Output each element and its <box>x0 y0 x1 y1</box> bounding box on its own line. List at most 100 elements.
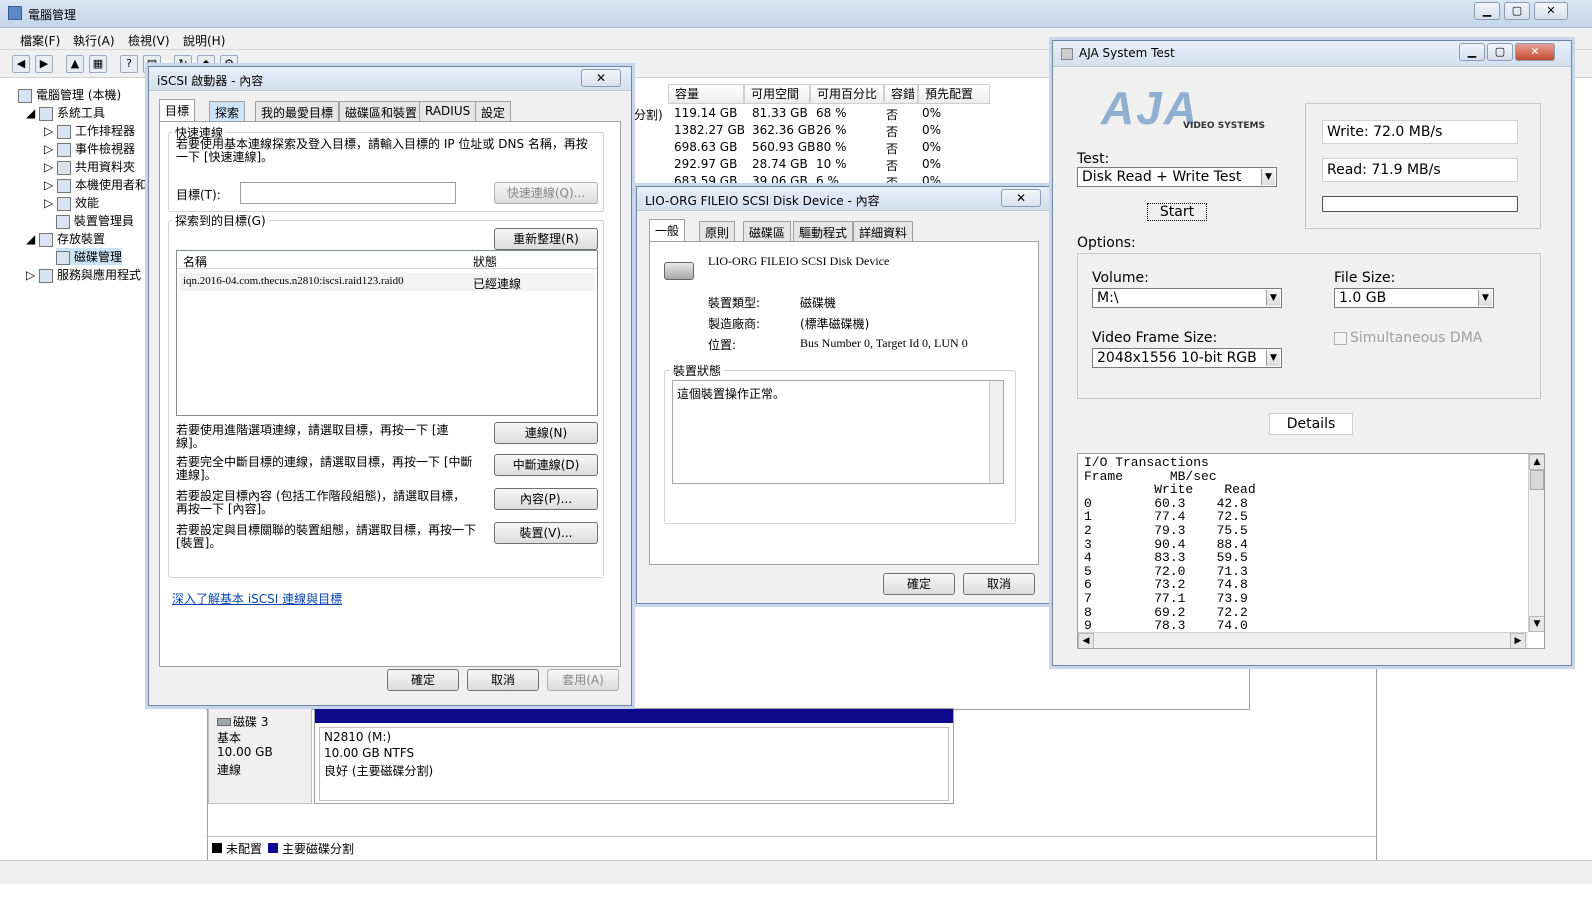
close-button[interactable]: ✕ <box>1534 2 1568 20</box>
minimize-button[interactable]: ▁ <box>1474 2 1500 20</box>
tree-item-storage[interactable]: ◢ 存放裝置 <box>26 230 105 247</box>
col-status[interactable]: 狀態 <box>473 253 497 270</box>
col-free-space[interactable]: 可用空間 <box>744 84 810 104</box>
device-type-value: 磁碟機 <box>800 296 837 310</box>
tree-item-computer[interactable]: 電腦管理 (本機) <box>18 86 121 103</box>
test-select-value: Disk Read + Write Test <box>1082 169 1242 185</box>
maximize-button[interactable]: ▢ <box>1504 2 1530 20</box>
tab-discovery[interactable]: 探索 <box>209 101 246 121</box>
log-horizontal-scrollbar[interactable]: ◀ ▶ <box>1078 632 1528 648</box>
disk3-partition[interactable]: N2810 (M:) 10.00 GB NTFS 良好 (主要磁碟分割) <box>314 708 954 804</box>
tab-targets[interactable]: 目標 <box>159 99 196 121</box>
tree-item-performance[interactable]: ▷ 效能 <box>44 194 99 211</box>
aja-close-button[interactable]: ✕ <box>1515 43 1555 61</box>
disk3-type: 基本 <box>217 731 242 745</box>
tab-general[interactable]: 一般 <box>649 219 686 241</box>
window-title: 電腦管理 <box>28 8 77 22</box>
col-free-percent[interactable]: 可用百分比 <box>810 84 884 104</box>
tree-item-event-viewer[interactable]: ▷ 事件檢視器 <box>44 140 135 157</box>
iscsi-cancel-button[interactable]: 取消 <box>467 669 539 691</box>
volume-select[interactable]: M:\ ▼ <box>1092 288 1282 308</box>
tab-driver[interactable]: 驅動程式 <box>793 221 854 241</box>
up-folder-icon[interactable]: ▲ <box>66 55 84 73</box>
target-input[interactable] <box>240 182 456 204</box>
log-row: 4 83.3 59.5 <box>1084 550 1248 566</box>
file-size-select[interactable]: 1.0 GB ▼ <box>1334 288 1494 308</box>
back-icon[interactable]: ◀ <box>12 55 30 73</box>
properties-button[interactable]: 內容(P)... <box>494 488 598 510</box>
scroll-right-icon[interactable]: ▶ <box>1510 633 1526 648</box>
start-button[interactable]: Start <box>1147 203 1207 221</box>
clock-icon <box>57 124 72 139</box>
menu-help[interactable]: 說明(H) <box>183 32 225 49</box>
tree-item-disk-management[interactable]: 磁碟管理 <box>56 248 123 265</box>
scroll-thumb[interactable] <box>1530 470 1544 490</box>
menu-action[interactable]: 執行(A) <box>73 32 115 49</box>
col-name[interactable]: 名稱 <box>183 253 207 270</box>
col-capacity[interactable]: 容量 <box>668 84 744 104</box>
tab-volumes[interactable]: 磁碟區 <box>743 221 792 241</box>
volume-capacity: 698.63 GB <box>674 140 738 154</box>
aja-minimize-button[interactable]: ▁ <box>1459 43 1485 61</box>
connect-button[interactable]: 連線(N) <box>494 422 598 444</box>
dma-checkbox[interactable] <box>1334 332 1347 345</box>
tab-favorites[interactable]: 我的最愛目標 <box>255 101 340 121</box>
devices-button[interactable]: 裝置(V)... <box>494 522 598 544</box>
tab-policies[interactable]: 原則 <box>699 221 736 241</box>
disk3-size: 10.00 GB <box>217 745 273 759</box>
hard-disk-icon <box>217 718 231 726</box>
learn-more-link[interactable]: 深入了解基本 iSCSI 連線與目標 <box>172 590 342 607</box>
frame-size-select-value: 2048x1556 10-bit RGB <box>1097 350 1257 366</box>
help-icon[interactable]: ? <box>120 55 138 73</box>
scroll-left-icon[interactable]: ◀ <box>1078 633 1094 648</box>
scroll-down-icon[interactable]: ▼ <box>1529 616 1544 632</box>
tab-details[interactable]: 詳細資料 <box>853 221 914 241</box>
aja-window: AJA System Test ▁ ▢ ✕ AJA VIDEO SYSTEMS … <box>1052 40 1572 666</box>
iscsi-ok-button[interactable]: 確定 <box>387 669 459 691</box>
test-select[interactable]: Disk Read + Write Test ▼ <box>1077 167 1277 187</box>
device-status-box[interactable]: 這個裝置操作正常。 <box>672 380 1004 484</box>
refresh-button[interactable]: 重新整理(R) <box>494 228 598 250</box>
tree-item-shared-folders[interactable]: ▷ 共用資料夾 <box>44 158 135 175</box>
iscsi-apply-button[interactable]: 套用(A) <box>547 669 619 691</box>
transaction-log[interactable]: I/O Transactions Frame MB/sec Write Read… <box>1077 453 1545 649</box>
chevron-down-icon: ▼ <box>1478 290 1492 306</box>
device-cancel-button[interactable]: 取消 <box>963 573 1035 595</box>
log-vertical-scrollbar[interactable]: ▲ ▼ <box>1528 454 1544 632</box>
col-overhead[interactable]: 預先配置 <box>918 84 990 104</box>
aja-maximize-button[interactable]: ▢ <box>1487 43 1513 61</box>
device-close-icon[interactable]: ✕ <box>1001 189 1041 207</box>
scroll-up-icon[interactable]: ▲ <box>1529 454 1544 470</box>
tree-item-system-tools[interactable]: ◢ 系統工具 <box>26 104 105 121</box>
tree-item-device-manager[interactable]: 裝置管理員 <box>56 212 134 229</box>
unallocated-swatch <box>212 843 222 853</box>
frame-size-select[interactable]: 2048x1556 10-bit RGB ▼ <box>1092 348 1282 368</box>
iscsi-title: iSCSI 啟動器 - 內容 <box>157 74 264 88</box>
device-ok-button[interactable]: 確定 <box>883 573 955 595</box>
tab-radius[interactable]: RADIUS <box>419 101 477 121</box>
col-fault-tolerance[interactable]: 容錯 <box>884 84 918 104</box>
iscsi-close-icon[interactable]: ✕ <box>581 69 621 87</box>
show-tree-icon[interactable]: ▦ <box>89 55 107 73</box>
menu-view[interactable]: 檢視(V) <box>128 32 170 49</box>
computer-management-icon <box>8 6 22 20</box>
hint-devices: 若要設定與目標關聯的裝置組態，請選取目標，再按一下 [裝置]。 <box>176 523 477 550</box>
table-row[interactable]: iqn.2016-04.com.thecus.n2810:iscsi.raid1… <box>179 273 595 291</box>
tree-item-services[interactable]: ▷ 服務與應用程式 <box>26 266 141 283</box>
results-group: Write: 72.0 MB/s Read: 71.9 MB/s <box>1305 103 1541 229</box>
tab-configuration[interactable]: 設定 <box>475 101 512 121</box>
performance-icon <box>57 196 72 211</box>
volume-ft: 否 <box>886 108 899 122</box>
tree-item-local-users[interactable]: ▷ 本機使用者和 <box>44 176 147 193</box>
disconnect-button[interactable]: 中斷連線(D) <box>494 454 598 476</box>
tree-item-task-scheduler[interactable]: ▷ 工作排程器 <box>44 122 135 139</box>
disk3-info[interactable]: 磁碟 3 基本 10.00 GB 連線 <box>208 708 312 804</box>
volume-capacity: 1382.27 GB <box>674 123 745 137</box>
status-scrollbar[interactable] <box>989 381 1003 483</box>
quick-connect-button[interactable]: 快速連線(Q)... <box>494 182 598 204</box>
menu-file[interactable]: 檔案(F) <box>20 32 60 49</box>
forward-icon[interactable]: ▶ <box>35 55 53 73</box>
tab-volumes-devices[interactable]: 磁碟區和裝置 <box>339 101 424 121</box>
details-button[interactable]: Details <box>1269 413 1353 435</box>
read-speed: Read: 71.9 MB/s <box>1322 158 1518 182</box>
